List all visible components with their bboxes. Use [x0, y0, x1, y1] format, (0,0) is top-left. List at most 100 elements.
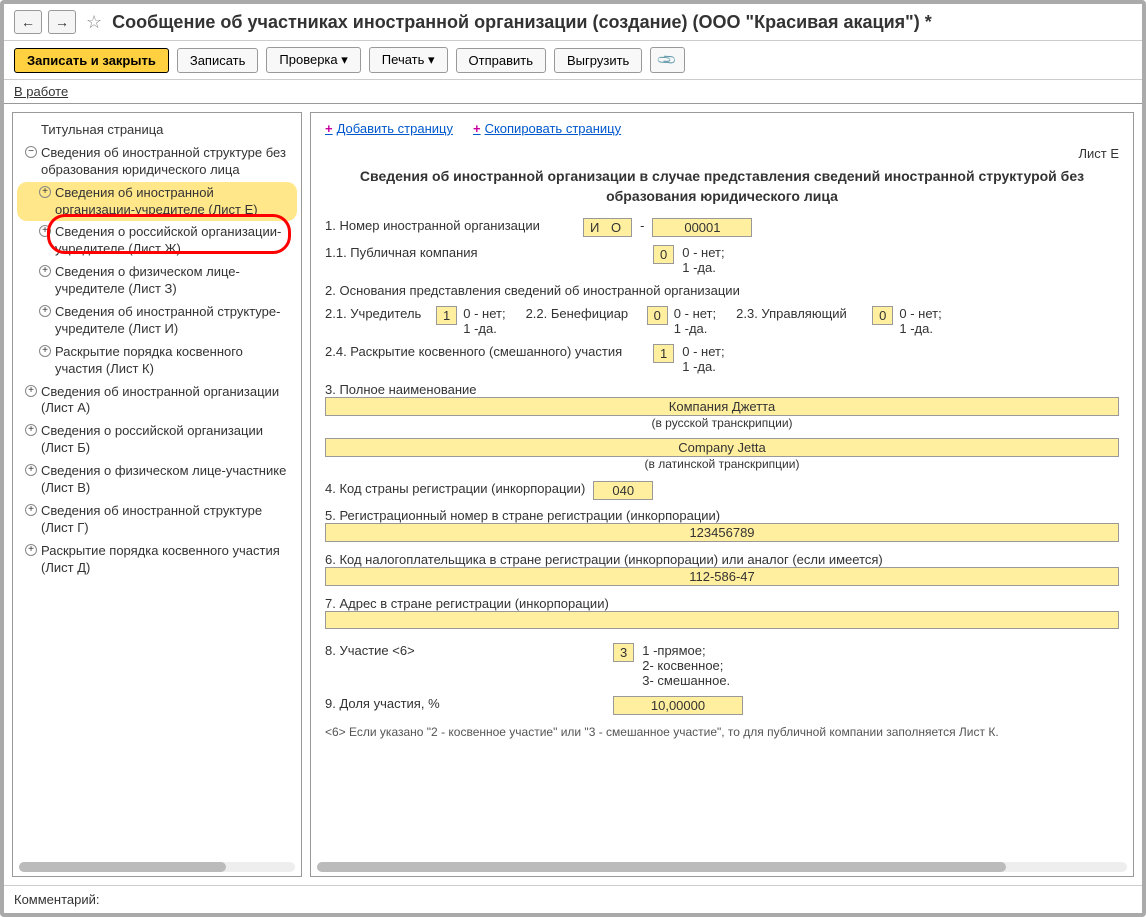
footnote: <6> Если указано "2 - косвенное участие"…: [325, 725, 1119, 739]
tree-item-label: Сведения об иностранной структуре-учреди…: [55, 304, 280, 336]
tree-item-label: Сведения о российской организации-учреди…: [55, 224, 281, 256]
tree-item[interactable]: + Сведения об иностранной организации (Ли…: [17, 381, 297, 421]
label: 2.3. Управляющий: [736, 306, 866, 321]
tree-item[interactable]: +Сведения о физическом лице-участнике (Л…: [17, 460, 297, 500]
hint: 0 - нет; 1 -да.: [682, 245, 724, 275]
row-public-company: 1.1. Публичная компания 0 0 - нет; 1 -да…: [325, 245, 1119, 275]
hint: (в латинской транскрипции): [325, 457, 1119, 471]
favorite-star-icon[interactable]: ☆: [86, 12, 102, 33]
sidebar-scrollbar[interactable]: [19, 862, 295, 872]
org-number-input[interactable]: 00001: [652, 218, 752, 237]
paperclip-icon: 📎: [656, 49, 679, 72]
row-reg-number: 5. Регистрационный номер в стране регист…: [325, 508, 1119, 542]
label: 9. Доля участия, %: [325, 696, 605, 711]
tax-code-input[interactable]: 112-586-47: [325, 567, 1119, 586]
comment-label: Комментарий:: [14, 892, 100, 907]
nav-forward-button[interactable]: →: [48, 10, 76, 34]
founder-input[interactable]: 1: [436, 306, 457, 325]
content-scrollbar[interactable]: [317, 862, 1127, 872]
tree-item-label: Сведения об иностранной структуре без об…: [41, 145, 286, 177]
check-button[interactable]: Проверка ▾: [266, 47, 360, 73]
attach-button[interactable]: 📎: [650, 47, 684, 73]
expand-icon[interactable]: +: [25, 504, 37, 516]
expand-icon[interactable]: +: [25, 544, 37, 556]
collapse-icon[interactable]: −: [25, 146, 37, 158]
row-country-code: 4. Код страны регистрации (инкорпорации)…: [325, 481, 1119, 500]
tree-item-label: Сведения об иностранной организации (Лис…: [41, 384, 279, 416]
label: 3. Полное наименование: [325, 382, 1119, 397]
org-number-prefix[interactable]: И О: [583, 218, 632, 237]
navigation-tree: Титульная страница−Сведения об иностранн…: [12, 112, 302, 877]
label: 2.1. Учредитель: [325, 306, 430, 321]
expand-icon[interactable]: +: [39, 186, 51, 198]
row-org-number: 1. Номер иностранной организации И О - 0…: [325, 218, 1119, 237]
indirect-input[interactable]: 1: [653, 344, 674, 363]
tree-item-label: Сведения о российской организации (Лист …: [41, 423, 263, 455]
share-input[interactable]: 10,00000: [613, 696, 743, 715]
expand-icon[interactable]: +: [25, 464, 37, 476]
label: 4. Код страны регистрации (инкорпорации): [325, 481, 585, 496]
reg-number-input[interactable]: 123456789: [325, 523, 1119, 542]
tree-item[interactable]: + Раскрытие порядка косвенного участия (Л…: [17, 341, 297, 381]
label: 1.1. Публичная компания: [325, 245, 645, 260]
comment-bar: Комментарий:: [4, 885, 1142, 913]
expand-icon[interactable]: +: [25, 424, 37, 436]
tree-item[interactable]: + Сведения об иностранной организации-учр…: [17, 182, 297, 222]
tree-item-label: Сведения о физическом лице-учредителе (Л…: [55, 264, 240, 296]
status-link[interactable]: В работе: [14, 84, 68, 99]
hint: 0 - нет; 1 -да.: [682, 344, 724, 374]
label: 6. Код налогоплательщика в стране регист…: [325, 552, 1119, 567]
participation-input[interactable]: 3: [613, 643, 634, 662]
tree-item-label: Сведения об иностранной организации-учре…: [55, 185, 258, 217]
tree-item[interactable]: +Сведения об иностранной структуре (Лист…: [17, 500, 297, 540]
country-code-input[interactable]: 040: [593, 481, 653, 500]
plus-icon: +: [473, 121, 481, 136]
manager-input[interactable]: 0: [872, 306, 893, 325]
tree-item-label: Раскрытие порядка косвенного участия (Ли…: [55, 344, 243, 376]
nav-back-button[interactable]: ←: [14, 10, 42, 34]
form-section-title: Сведения об иностранной организации в сл…: [325, 167, 1119, 206]
page-actions: +Добавить страницу +Скопировать страницу: [325, 121, 1119, 136]
save-and-close-button[interactable]: Записать и закрыть: [14, 48, 169, 73]
address-input[interactable]: [325, 611, 1119, 629]
tree-item-label: Титульная страница: [41, 122, 163, 137]
expand-icon[interactable]: +: [39, 265, 51, 277]
form-content: +Добавить страницу +Скопировать страницу…: [310, 112, 1134, 877]
copy-page-link[interactable]: +Скопировать страницу: [473, 121, 621, 136]
plus-icon: +: [325, 121, 333, 136]
window-title: Сообщение об участниках иностранной орга…: [112, 12, 932, 33]
name-ru-input[interactable]: Компания Джетта: [325, 397, 1119, 416]
tree-item-label: Раскрытие порядка косвенного участия (Ли…: [41, 543, 280, 575]
label: 7. Адрес в стране регистрации (инкорпора…: [325, 596, 1119, 611]
expand-icon[interactable]: +: [39, 305, 51, 317]
main-area: Титульная страница−Сведения об иностранн…: [4, 104, 1142, 885]
public-company-input[interactable]: 0: [653, 245, 674, 264]
titlebar: ← → ☆ Сообщение об участниках иностранно…: [4, 4, 1142, 41]
tree-item[interactable]: + Сведения о российской организации-учред…: [17, 221, 297, 261]
tree-item[interactable]: + Сведения о российской организации (Лист…: [17, 420, 297, 460]
tree-item[interactable]: −Сведения об иностранной структуре без о…: [17, 142, 297, 182]
send-button[interactable]: Отправить: [456, 48, 546, 73]
dropdown-icon: ▾: [341, 52, 348, 67]
tree-item[interactable]: + Раскрытие порядка косвенного участия (Л…: [17, 540, 297, 580]
expand-icon[interactable]: +: [39, 345, 51, 357]
row-basis-flags: 2.1. Учредитель 1 0 - нет; 1 -да. 2.2. Б…: [325, 306, 1119, 336]
app-window: ← → ☆ Сообщение об участниках иностранно…: [0, 0, 1146, 917]
hint: 1 -прямое; 2- косвенное; 3- смешанное.: [642, 643, 730, 688]
export-button[interactable]: Выгрузить: [554, 48, 642, 73]
row-basis-header: 2. Основания представления сведений об и…: [325, 283, 1119, 298]
tree-item[interactable]: + Сведения об иностранной структуре-учред…: [17, 301, 297, 341]
status-bar: В работе: [4, 80, 1142, 104]
name-lat-input[interactable]: Company Jetta: [325, 438, 1119, 457]
hint: 0 - нет; 1 -да.: [899, 306, 941, 336]
tree-item[interactable]: + Сведения о физическом лице-учредителе (…: [17, 261, 297, 301]
tree-item[interactable]: Титульная страница: [17, 119, 297, 142]
print-button[interactable]: Печать ▾: [369, 47, 448, 73]
add-page-link[interactable]: +Добавить страницу: [325, 121, 453, 136]
save-button[interactable]: Записать: [177, 48, 259, 73]
expand-icon[interactable]: +: [25, 385, 37, 397]
beneficiary-input[interactable]: 0: [647, 306, 668, 325]
expand-icon[interactable]: +: [39, 225, 51, 237]
hint: (в русской транскрипции): [325, 416, 1119, 430]
row-full-name: 3. Полное наименование Компания Джетта (…: [325, 382, 1119, 471]
